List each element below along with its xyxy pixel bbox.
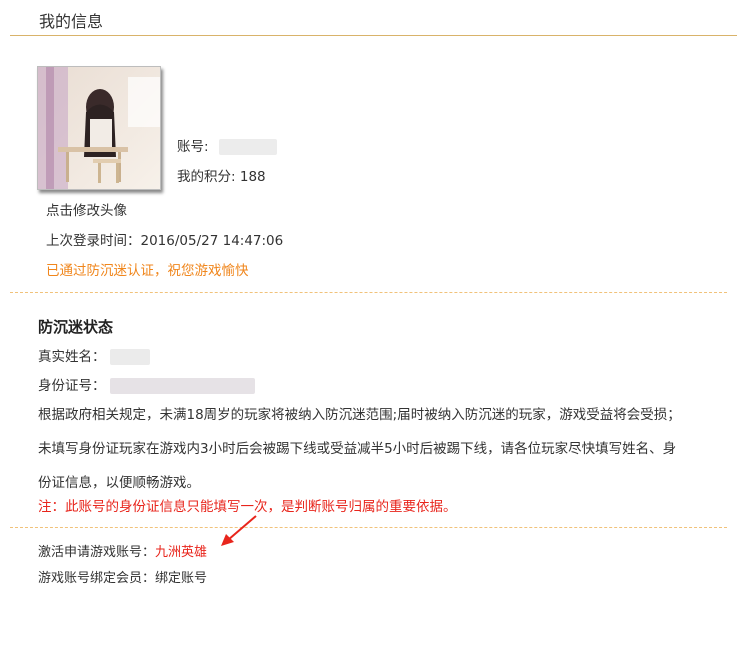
activation-account-link[interactable]: 九洲英雄 (155, 545, 207, 560)
page-title: 我的信息 (39, 12, 104, 31)
activation-label: 激活申请游戏账号： (38, 545, 156, 560)
id-number-row: 身份证号： (38, 374, 255, 394)
account-label: 账号: (177, 139, 209, 155)
points-value: 188 (239, 169, 266, 185)
anti-addiction-passed-notice: 已通过防沉迷认证，祝您游戏愉快 (46, 263, 249, 279)
id-note: 注：此账号的身份证信息只能填写一次，是判断账号归属的重要依据。 (38, 499, 457, 515)
id-number-label: 身份证号： (38, 378, 106, 394)
last-login-label: 上次登录时间： (46, 233, 141, 249)
arrow-annotation-icon (221, 515, 257, 546)
real-name-masked (109, 349, 150, 365)
last-login-value: 2016/05/27 14:47:06 (140, 233, 284, 249)
avatar-image (38, 67, 160, 189)
real-name-label: 真实姓名： (38, 349, 106, 365)
activation-row: 激活申请游戏账号：九洲英雄 (38, 541, 207, 560)
last-login-row: 上次登录时间：2016/05/27 14:47:06 (46, 229, 283, 249)
real-name-row: 真实姓名： (38, 345, 150, 365)
account-masked (218, 139, 277, 155)
points-label: 我的积分: (177, 169, 236, 185)
id-number-masked (109, 378, 255, 394)
binding-value[interactable]: 绑定账号 (155, 571, 207, 586)
policy-text: 根据政府相关规定，未满18周岁的玩家将被纳入防沉迷范围;届时被纳入防沉迷的玩家，… (38, 407, 681, 491)
title-divider (10, 35, 737, 36)
section-divider (10, 527, 727, 528)
avatar[interactable] (37, 66, 161, 190)
binding-row: 游戏账号绑定会员：绑定账号 (38, 567, 207, 586)
binding-label: 游戏账号绑定会员： (38, 571, 156, 586)
points-row: 我的积分: 188 (177, 165, 266, 185)
anti-addiction-heading: 防沉迷状态 (38, 318, 114, 336)
section-divider (10, 292, 727, 293)
change-avatar-link[interactable]: 点击修改头像 (46, 199, 127, 219)
account-row: 账号: (177, 135, 277, 155)
